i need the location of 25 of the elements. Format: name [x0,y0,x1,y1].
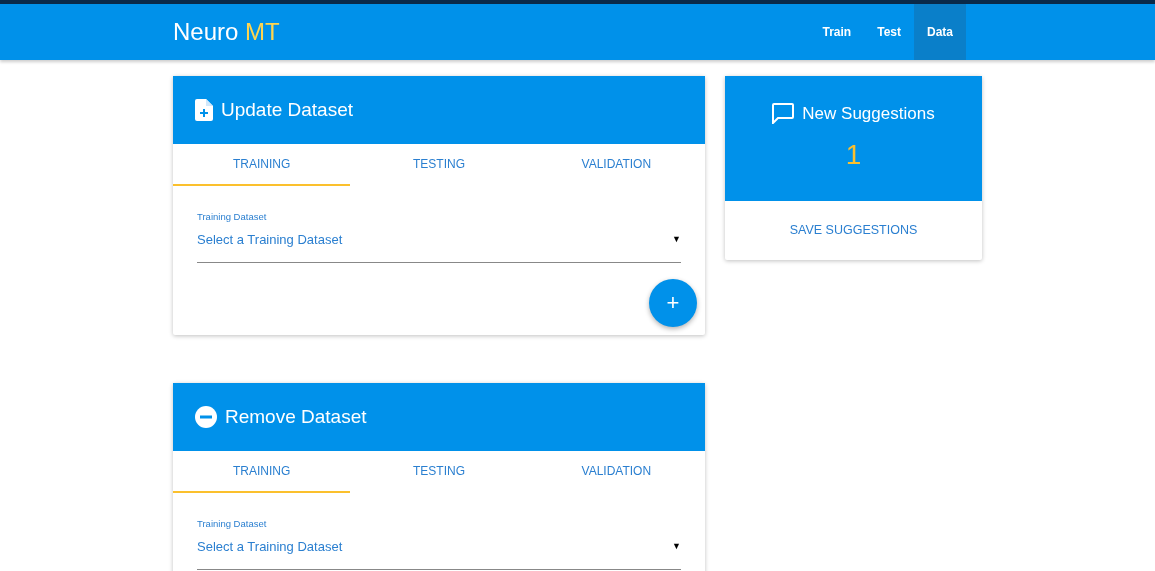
add-button[interactable]: + [649,278,697,327]
suggestion-count: 1 [845,138,862,173]
chat-icon [772,103,795,124]
nav-link[interactable]: Test [864,4,914,60]
card-title: Update Dataset [221,97,354,122]
tab[interactable]: TESTING [350,144,528,186]
app-logo[interactable]: Neuro MT [173,14,280,50]
file-plus-icon [195,99,213,121]
tab[interactable]: TRAINING [173,144,351,186]
minus-circle-icon [195,405,217,428]
tab[interactable]: TRAINING [173,450,351,493]
tab[interactable]: VALIDATION [527,144,705,186]
caret-icon: ▼ [672,540,681,554]
tab[interactable]: VALIDATION [527,450,705,493]
select-field[interactable]: Select a Training Dataset ▼ [197,531,681,570]
caret-icon: ▼ [672,233,681,247]
nav-link[interactable]: Data [914,4,966,60]
tab[interactable]: TESTING [350,450,528,493]
select-field[interactable]: Select a Training Dataset ▼ [197,224,681,263]
suggestions-title: New Suggestions [802,102,935,125]
field-label: Training Dataset [197,516,268,531]
save-suggestions-button[interactable]: SAVE SUGGESTIONS [725,201,982,260]
field-label: Training Dataset [197,210,268,224]
card-title: Remove Dataset [225,404,367,429]
nav-link[interactable]: Train [809,4,865,60]
